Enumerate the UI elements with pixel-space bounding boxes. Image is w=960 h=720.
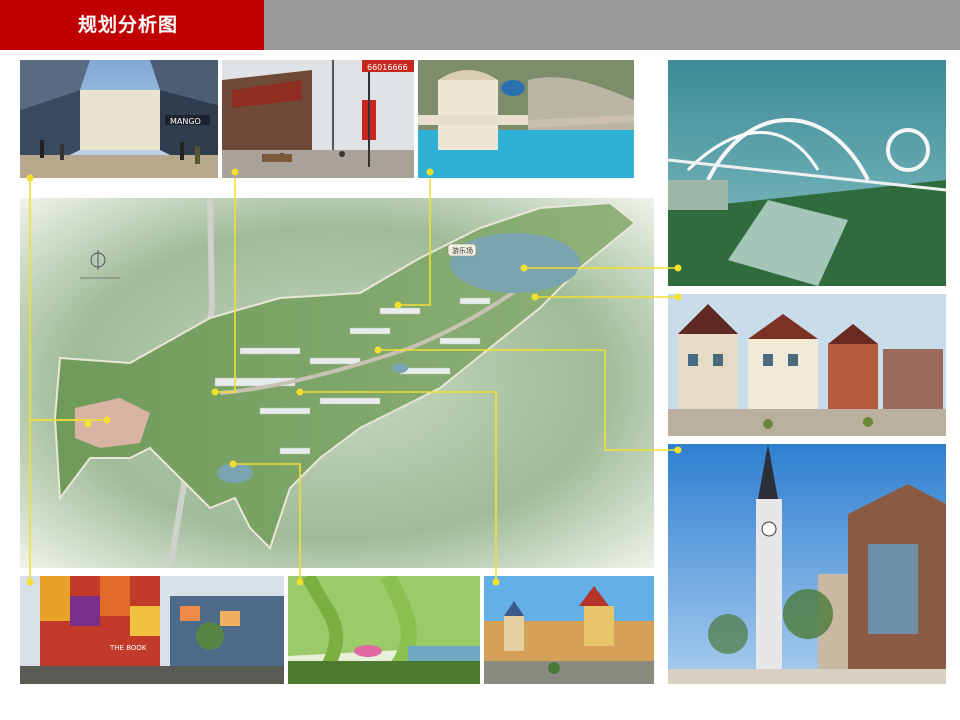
photo-shopping-mall-interior: MANGO — [20, 60, 218, 178]
photo-willow-park — [288, 576, 480, 684]
photo-roller-coaster — [668, 60, 946, 286]
mall-sign-text: MANGO — [170, 117, 201, 126]
page-title: 规划分析图 — [78, 14, 179, 36]
building-sign-text: THE BOOK — [109, 644, 147, 652]
photo-colorful-commercial-building: THE BOOK — [20, 576, 284, 684]
photo-pedestrian-street: 66016666 — [222, 60, 414, 178]
amusement-park-label: 游乐场 — [452, 246, 473, 255]
photo-european-street-houses — [668, 294, 946, 436]
header-grey-bar — [264, 0, 960, 50]
street-sign-text: 66016666 — [367, 63, 408, 72]
master-site-plan: 游乐场 — [20, 198, 654, 568]
photo-clock-tower-street — [668, 444, 946, 684]
photo-european-town-square — [484, 576, 654, 684]
photo-pool-pavilion — [418, 60, 634, 178]
